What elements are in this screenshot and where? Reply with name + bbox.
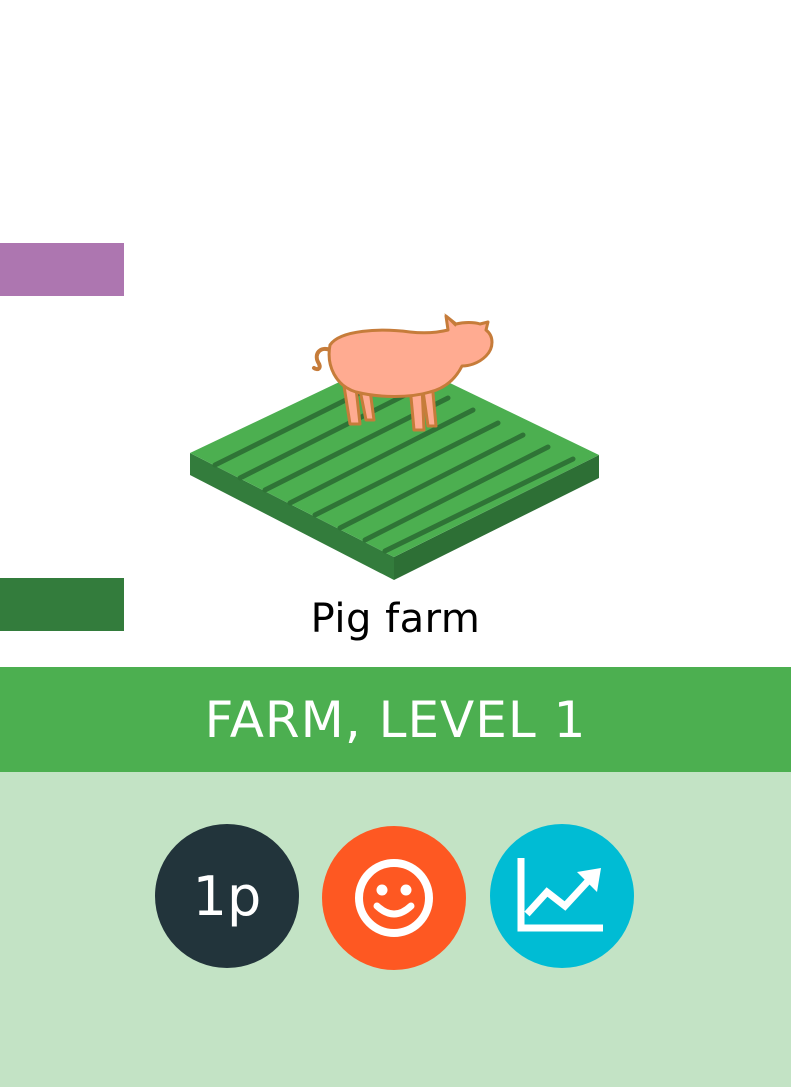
card-category-banner: FARM, LEVEL 1 <box>0 667 791 772</box>
smiley-face-icon <box>355 859 433 937</box>
card-title: Pig farm <box>310 596 481 642</box>
purple-color-stripe <box>0 243 124 296</box>
cost-badge[interactable]: 1p <box>155 824 299 968</box>
growth-chart-icon <box>517 858 603 932</box>
growth-badge[interactable] <box>490 824 634 968</box>
pig-farm-illustration <box>180 305 610 590</box>
happiness-badge[interactable] <box>322 826 466 970</box>
